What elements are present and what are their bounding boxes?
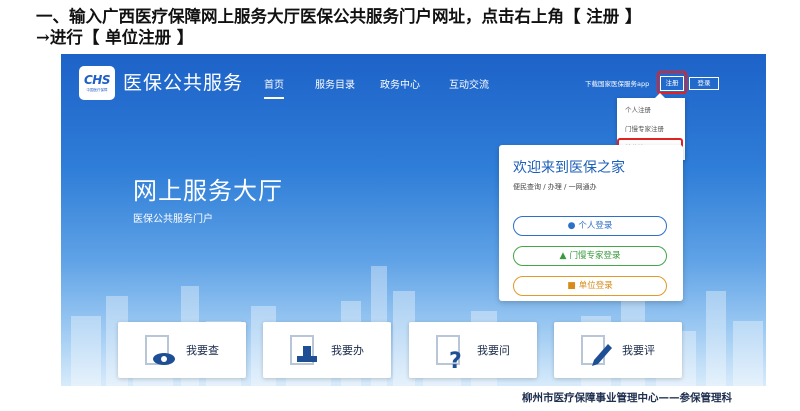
service-card-handle[interactable]: 我要办 bbox=[263, 322, 391, 378]
doctor-icon: ▲ bbox=[559, 251, 567, 261]
instruction-line-1: 一、输入广西医疗保障网上服务大厅医保公共服务门户网址，点击右上角【 注册 】 bbox=[36, 7, 642, 26]
instruction-line-2: →进行【 单位注册 】 bbox=[36, 28, 194, 47]
service-card-query-label: 我要查 bbox=[186, 344, 219, 357]
welcome-title: 欢迎来到医保之家 bbox=[513, 160, 625, 176]
service-card-evaluate-label: 我要评 bbox=[622, 344, 655, 357]
service-card-evaluate[interactable]: 我要评 bbox=[554, 322, 682, 378]
menu-expert-register[interactable]: 门慢专家注册 bbox=[625, 123, 664, 133]
nav-service-catalog[interactable]: 服务目录 bbox=[315, 76, 355, 91]
eye-document-icon bbox=[145, 335, 175, 365]
site-name: 医保公共服务 bbox=[123, 72, 244, 94]
portal-screenshot: CHS 中国医疗保障 医保公共服务 首页 服务目录 政务中心 互动交流 下载国家… bbox=[61, 54, 766, 386]
service-card-handle-label: 我要办 bbox=[331, 344, 364, 357]
stamp-icon bbox=[290, 335, 317, 365]
expert-login-button[interactable]: ▲ 门慢专家登录 bbox=[513, 246, 667, 266]
app-download-link[interactable]: 下载国家医保服务app bbox=[585, 78, 649, 88]
menu-personal-register[interactable]: 个人注册 bbox=[625, 104, 651, 114]
hero-subtitle: 医保公共服务门户 bbox=[133, 214, 213, 225]
service-card-ask-label: 我要问 bbox=[477, 344, 510, 357]
unit-login-label: 单位登录 bbox=[578, 281, 613, 291]
personal-login-label: 个人登录 bbox=[578, 221, 613, 231]
nav-government-center[interactable]: 政务中心 bbox=[380, 76, 420, 91]
expert-login-label: 门慢专家登录 bbox=[569, 251, 621, 261]
nav-interaction[interactable]: 互动交流 bbox=[449, 76, 489, 91]
pen-icon bbox=[581, 335, 612, 366]
chs-logo[interactable]: CHS 中国医疗保障 bbox=[79, 66, 115, 100]
personal-login-button[interactable]: ● 个人登录 bbox=[513, 216, 667, 236]
instruction-text: 一、输入广西医疗保障网上服务大厅医保公共服务门户网址，点击右上角【 注册 】 →… bbox=[36, 6, 776, 48]
svg-text:?: ? bbox=[449, 349, 462, 370]
question-icon: ? bbox=[436, 335, 462, 370]
welcome-description: 便民查询 / 办理 / 一网通办 bbox=[513, 183, 597, 191]
hero-title: 网上服务大厅 bbox=[133, 177, 283, 205]
building-icon: ■ bbox=[567, 281, 576, 291]
nav-home[interactable]: 首页 bbox=[264, 76, 284, 99]
register-highlight-box bbox=[657, 71, 687, 94]
person-icon: ● bbox=[567, 221, 576, 231]
service-card-ask[interactable]: ? 我要问 bbox=[409, 322, 537, 378]
logo-text: CHS bbox=[84, 72, 111, 87]
login-button[interactable]: 登录 bbox=[689, 77, 719, 90]
logo-subtext: 中国医疗保障 bbox=[86, 87, 108, 92]
footer-note: 柳州市医疗保障事业管理中心——参保管理科 bbox=[522, 392, 732, 404]
unit-login-button[interactable]: ■ 单位登录 bbox=[513, 276, 667, 296]
service-card-query[interactable]: 我要查 bbox=[118, 322, 246, 378]
welcome-panel: 欢迎来到医保之家 便民查询 / 办理 / 一网通办 ● 个人登录 ▲ 门慢专家登录 … bbox=[499, 145, 683, 301]
dropdown-arrow bbox=[655, 93, 665, 98]
